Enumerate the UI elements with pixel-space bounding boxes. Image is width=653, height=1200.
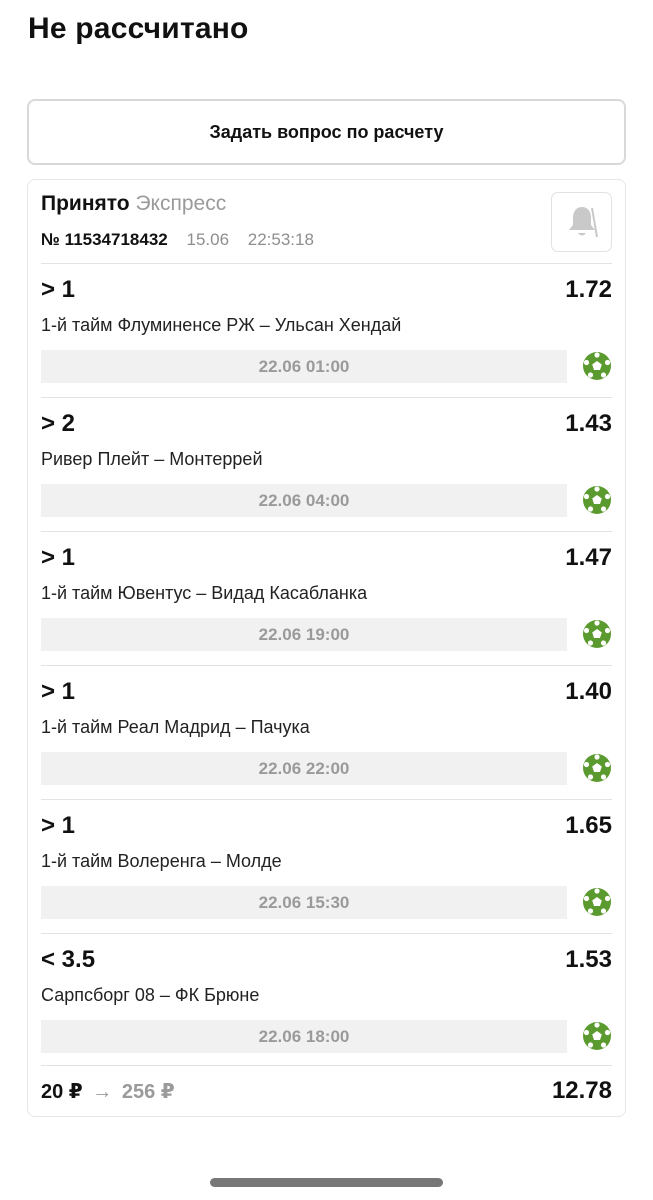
selection-event: 1-й тайм Реал Мадрид – Пачука (41, 717, 310, 737)
selection-start-time: 22.06 15:30 (41, 886, 567, 919)
soccer-ball-icon (583, 620, 611, 648)
selection-row[interactable]: > 2 1.43 Ривер Плейт – Монтеррей 22.06 04:0… (28, 397, 625, 531)
selection-odds: 1.47 (565, 544, 612, 571)
selection-odds: 1.40 (565, 678, 612, 705)
selection-event: Сарпсборг 08 – ФК Брюне (41, 985, 260, 1005)
selection-event: 1-й тайм Флуминенсе РЖ – Ульсан Хендай (41, 315, 402, 335)
selection-row[interactable]: > 1 1.47 1-й тайм Ювентус – Видад Касаблан… (28, 531, 625, 665)
stake-amount: 20 ₽ (41, 1081, 83, 1103)
selection-row[interactable]: > 1 1.65 1-й тайм Волеренга – Молде 22.06 1… (28, 799, 625, 933)
selection-outcome: > 1 (41, 678, 76, 705)
footer-divider (41, 1065, 612, 1066)
selection-event: Ривер Плейт – Монтеррей (41, 449, 263, 469)
selection-start-time: 22.06 04:00 (41, 484, 567, 517)
bet-type: Экспресс (135, 192, 227, 215)
selection-event: 1-й тайм Ювентус – Видад Касабланка (41, 583, 368, 603)
stake-payout: 20 ₽ → 256 ₽ (41, 1079, 175, 1104)
total-odds: 12.78 (551, 1077, 612, 1104)
notify-button[interactable] (551, 192, 612, 252)
selection-start-time: 22.06 19:00 (41, 618, 567, 651)
soccer-ball-icon (583, 754, 611, 782)
selection-outcome: > 1 (41, 812, 76, 839)
selection-row[interactable]: > 1 1.72 1-й тайм Флуминенсе РЖ – Ульсан Х… (28, 263, 625, 397)
selection-row[interactable]: < 3.5 1.53 Сарпсборг 08 – ФК Брюне 22.06 18… (28, 933, 625, 1067)
selection-odds: 1.53 (565, 946, 612, 973)
bet-status-row: Принято Экспресс (41, 192, 226, 216)
soccer-ball-icon (583, 486, 611, 514)
selection-outcome: > 1 (41, 544, 76, 571)
selection-outcome: < 3.5 (41, 946, 96, 973)
selection-odds: 1.72 (565, 276, 612, 303)
bet-meta-row: № 11534718432 15.06 22:53:18 (41, 230, 314, 250)
selection-start-time: 22.06 01:00 (41, 350, 567, 383)
bet-date: 15.06 (186, 230, 230, 249)
selection-odds: 1.43 (565, 410, 612, 437)
potential-payout: 256 ₽ (121, 1081, 175, 1103)
selection-outcome: > 2 (41, 410, 76, 437)
soccer-ball-icon (583, 888, 611, 916)
bet-time: 22:53:18 (247, 230, 314, 249)
selection-start-time: 22.06 22:00 (41, 752, 567, 785)
bet-number: № 11534718432 (41, 230, 168, 249)
page-title: Не рассчитано (28, 12, 249, 45)
bet-card[interactable]: Принято Экспресс № 11534718432 15.06 22:… (27, 179, 626, 1117)
bell-icon (568, 207, 598, 238)
selection-odds: 1.65 (565, 812, 612, 839)
selection-row[interactable]: > 1 1.40 1-й тайм Реал Мадрид – Пачука 22.0… (28, 665, 625, 799)
bet-status: Принято (41, 192, 130, 215)
selection-event: 1-й тайм Волеренга – Молде (41, 851, 282, 871)
soccer-ball-icon (583, 1022, 611, 1050)
selection-start-time: 22.06 18:00 (41, 1020, 567, 1053)
home-indicator[interactable] (210, 1178, 443, 1187)
bet-footer: 20 ₽ → 256 ₽ 12.78 (41, 1075, 612, 1109)
soccer-ball-icon (583, 352, 611, 380)
arrow-right-icon: → (92, 1081, 113, 1103)
selection-outcome: > 1 (41, 276, 76, 303)
ask-question-button[interactable]: Задать вопрос по расчету (27, 99, 626, 165)
